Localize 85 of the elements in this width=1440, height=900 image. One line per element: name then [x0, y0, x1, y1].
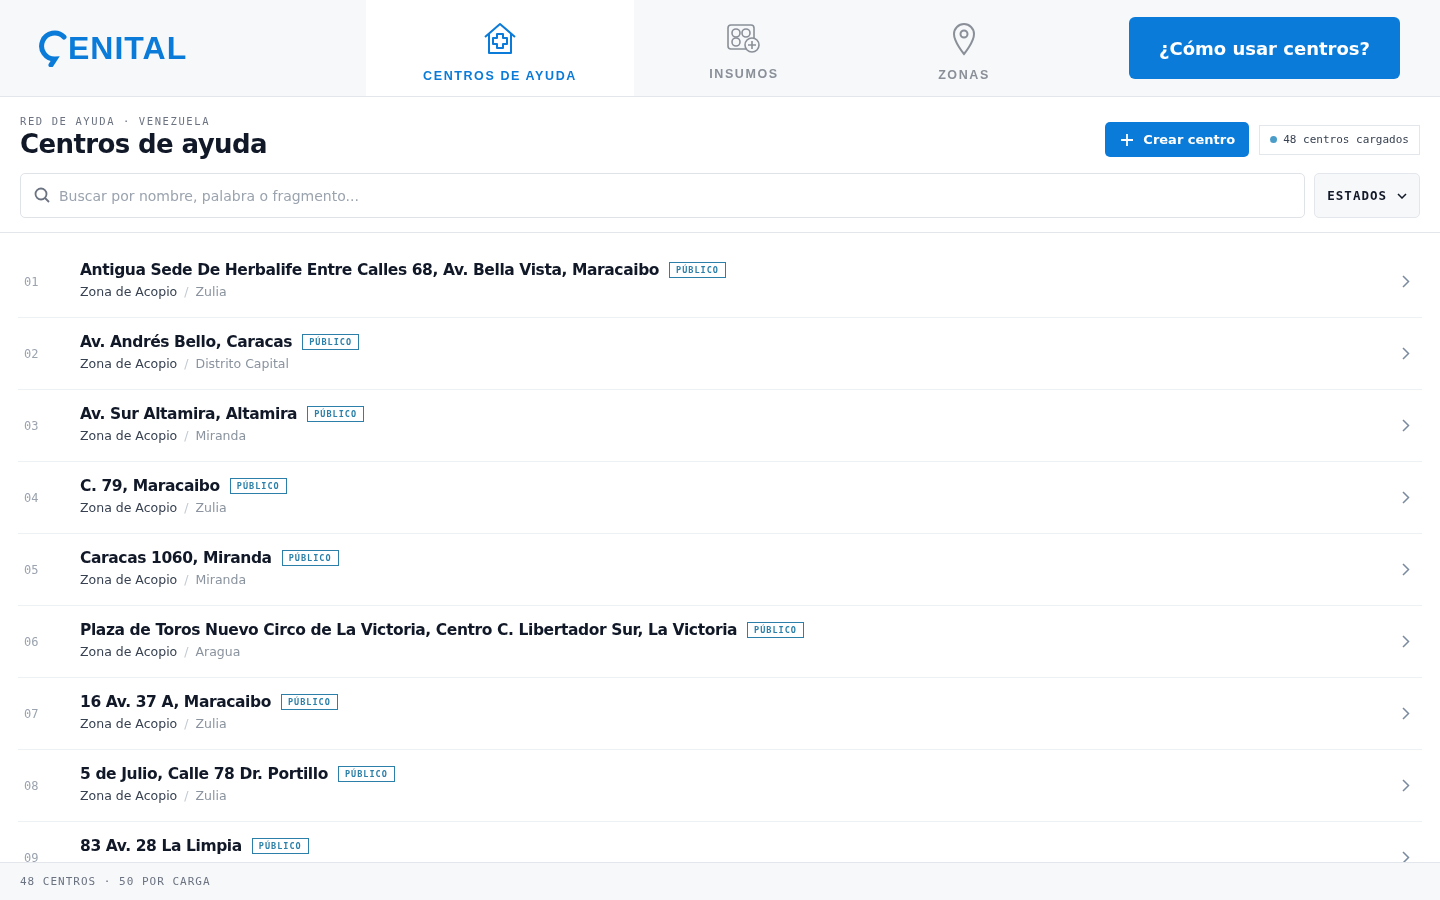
nav-tab[interactable]: CENTROS DE AYUDA [366, 0, 634, 96]
slash-separator: / [184, 356, 189, 371]
footer-text: 48 CENTROS · 50 POR CARGA [20, 875, 211, 888]
chevron-right-icon [1402, 275, 1410, 288]
public-tag: PÚBLICO [281, 550, 339, 566]
search-field[interactable]: Buscar por nombre, palabra o fragmento... [20, 173, 1306, 218]
center-row[interactable]: 05 Caracas 1060, Miranda PÚBLICO Zona de Acopio / Miranda [18, 534, 1422, 606]
row-number: 09 [23, 850, 40, 862]
center-type: Zona de Acopio [80, 644, 178, 659]
row-number: 04 [23, 490, 40, 505]
center-name: Av. Andrés Bello, Caracas [80, 333, 293, 351]
public-tag: PÚBLICO [229, 478, 287, 494]
center-state: Zulia [195, 716, 227, 731]
center-state: Miranda [195, 572, 247, 587]
row-number: 07 [23, 706, 40, 721]
center-state: Zulia [195, 284, 227, 299]
center-type: Zona de Acopio [80, 284, 178, 299]
slash-separator: / [184, 572, 189, 587]
chevron-right-icon [1402, 707, 1410, 720]
create-button[interactable]: Crear centro [1105, 122, 1250, 157]
center-type: Zona de Acopio [80, 500, 178, 515]
logo[interactable]: ENITAL [0, 0, 366, 96]
center-row[interactable]: 07 16 Av. 37 A, Maracaibo PÚBLICO Zona de Acopio / Zulia [18, 678, 1422, 750]
center-name: C. 79, Maracaibo [80, 477, 220, 495]
public-tag: PÚBLICO [280, 694, 338, 710]
center-name: Antigua Sede De Herbalife Entre Calles 68, Av. Bella Vista, Maracaibo [80, 261, 660, 279]
chevron-right-icon [1402, 563, 1410, 576]
house-plus-icon [482, 20, 518, 57]
center-type: Zona de Acopio [80, 788, 178, 803]
row-number: 05 [23, 562, 40, 577]
slash-separator: / [184, 428, 189, 443]
chevron-down-icon [1397, 192, 1407, 199]
public-tag: PÚBLICO [747, 622, 804, 638]
center-row[interactable]: 03 Av. Sur Altamira, Altamira PÚBLICO Zona de Acopio / Miranda [18, 390, 1422, 462]
row-number: 06 [23, 634, 40, 649]
public-tag: PÚBLICO [307, 406, 364, 422]
center-type: Zona de Acopio [80, 356, 178, 371]
logo-icon [38, 29, 68, 67]
breadcrumb: RED DE AYUDA · VENEZUELA [20, 115, 212, 127]
filter-dropdown[interactable]: ESTADOS [1314, 173, 1420, 218]
chevron-right-icon [1402, 419, 1410, 432]
center-state: Zulia [195, 788, 227, 803]
help-button[interactable]: ¿Cómo usar centros? [1129, 17, 1400, 79]
count-text: 48 centros cargados [1283, 133, 1409, 146]
center-row[interactable]: 04 C. 79, Maracaibo PÚBLICO Zona de Acopio / Zulia [18, 462, 1422, 534]
public-tag: PÚBLICO [337, 766, 395, 782]
plus-icon [1121, 133, 1134, 146]
center-row[interactable]: 06 Plaza de Toros Nuevo Circo de La Victoria, Centro C. Libertador Sur, La Victoria PÚBLICO Zona de Acopio / Aragua [18, 606, 1422, 678]
public-tag: PÚBLICO [302, 334, 359, 350]
chevron-right-icon [1402, 851, 1410, 862]
center-state: Aragua [195, 644, 241, 659]
chevron-right-icon [1402, 347, 1410, 360]
slash-separator: / [184, 500, 189, 515]
map-pin-icon [951, 21, 977, 56]
row-number: 03 [23, 418, 40, 433]
center-type: Zona de Acopio [80, 572, 178, 587]
center-name: Caracas 1060, Miranda [80, 549, 272, 567]
center-row[interactable]: 08 5 de Julio, Calle 78 Dr. Portillo PÚBLICO Zona de Acopio / Zulia [18, 750, 1422, 822]
center-name: Plaza de Toros Nuevo Circo de La Victoria, Centro C. Libertador Sur, La Victoria [80, 621, 738, 639]
center-name: 83 Av. 28 La Limpia [80, 837, 242, 855]
public-tag: PÚBLICO [251, 838, 309, 854]
row-number: 01 [23, 274, 40, 289]
center-state: Zulia [195, 500, 227, 515]
center-name: Av. Sur Altamira, Altamira [80, 405, 298, 423]
page-title: Centros de ayuda [20, 129, 267, 159]
public-tag: PÚBLICO [669, 262, 726, 278]
center-type: Zona de Acopio [80, 428, 178, 443]
slash-separator: / [184, 284, 189, 299]
slash-separator: / [184, 788, 189, 803]
center-name: 16 Av. 37 A, Maracaibo [80, 693, 271, 711]
slash-separator: / [184, 644, 189, 659]
row-number: 08 [23, 778, 40, 793]
center-state: Distrito Capital [195, 356, 289, 371]
row-number: 02 [23, 346, 40, 361]
center-row[interactable]: 02 Av. Andrés Bello, Caracas PÚBLICO Zona de Acopio / Distrito Capital [18, 318, 1422, 390]
chevron-right-icon [1402, 779, 1410, 792]
pills-box-icon [726, 22, 762, 55]
slash-separator: / [184, 716, 189, 731]
status-dot [1270, 136, 1278, 143]
center-type: Zona de Acopio [80, 716, 178, 731]
center-state: Miranda [195, 428, 247, 443]
chevron-right-icon [1402, 635, 1410, 648]
center-row[interactable]: 01 Antigua Sede De Herbalife Entre Calles 68, Av. Bella Vista, Maracaibo PÚBLICO Zona de Acopio / Zulia [18, 246, 1422, 318]
chevron-right-icon [1402, 491, 1410, 504]
center-name: 5 de Julio, Calle 78 Dr. Portillo [80, 765, 328, 783]
